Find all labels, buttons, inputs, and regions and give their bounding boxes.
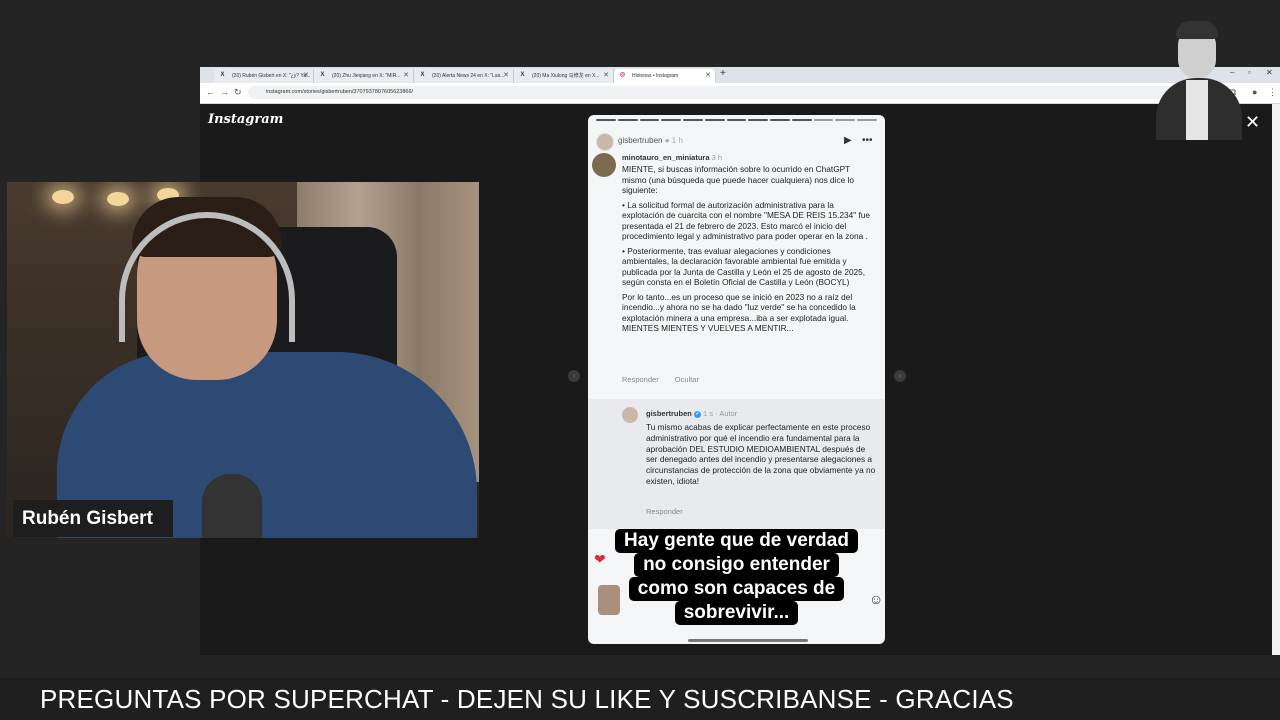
tab-4[interactable]: X (20) Ma Xiulong 马修龙 en X... ✕ <box>514 69 614 83</box>
verified-badge-icon: ✓ <box>693 410 701 418</box>
scrollbar[interactable] <box>1272 104 1280 655</box>
more-options-icon[interactable]: ••• <box>862 135 873 146</box>
reply-comment: gisbertruben ✓ 1 s · Autor Tu mismo acab… <box>588 399 885 529</box>
menu-icon[interactable]: ⋮ <box>1268 87 1277 98</box>
close-icon[interactable]: ✕ <box>705 69 711 83</box>
next-story-icon[interactable]: › <box>894 370 906 382</box>
comment-actions: Responder Ocultar <box>622 375 713 384</box>
play-icon[interactable]: ▶ <box>844 135 852 146</box>
ticker-text: PREGUNTAS POR SUPERCHAT - DEJEN SU LIKE … <box>40 684 1014 714</box>
instagram-logo[interactable]: Instagram <box>208 112 283 127</box>
close-story-icon[interactable]: ✕ <box>1245 112 1260 133</box>
x-logo-icon: X <box>420 72 425 78</box>
url-input[interactable]: instagram.com/stories/gisbertruben/37079… <box>248 86 1208 99</box>
x-logo-icon: X <box>220 72 225 78</box>
story-header: gisbertruben ● 1 h ▶ ••• <box>596 133 877 151</box>
instagram-icon: ◎ <box>619 72 626 78</box>
tab-bar: X (20) Rubén Gisbert en X: "¿y? Ya... ✕ … <box>200 67 1280 83</box>
tab-1[interactable]: X (20) Rubén Gisbert en X: "¿y? Ya... ✕ <box>214 69 314 83</box>
new-tab-button[interactable]: + <box>720 68 726 79</box>
tab-label: (20) Zhu Jieqiang en X: "MIR... <box>332 73 401 79</box>
tab-label: (20) Ma Xiulong 马修龙 en X... <box>532 73 600 79</box>
comment-username[interactable]: minotauro_en_miniatura 3 h <box>622 153 722 162</box>
back-icon[interactable]: ← <box>206 87 215 97</box>
reply-text: Tu mismo acabas de explicar perfectament… <box>646 422 876 486</box>
home-indicator <box>688 639 808 642</box>
close-icon[interactable]: ✕ <box>303 69 309 83</box>
close-icon[interactable]: ✕ <box>403 69 409 83</box>
close-window-icon[interactable]: ✕ <box>1266 68 1273 77</box>
heart-icon: ❤ <box>594 551 606 567</box>
x-logo-icon: X <box>520 72 525 78</box>
avatar[interactable] <box>622 407 638 423</box>
reply-button[interactable]: Responder <box>622 375 659 384</box>
close-icon[interactable]: ✕ <box>503 69 509 83</box>
profile-icon[interactable]: ● <box>1252 87 1257 97</box>
reload-icon[interactable]: ↻ <box>234 87 242 98</box>
tab-label: (20) Alerta News 24 en X: "Las... <box>432 73 505 79</box>
avatar[interactable] <box>592 153 616 177</box>
x-logo-icon: X <box>320 72 325 78</box>
sticker-icon[interactable]: ☺ <box>869 591 883 607</box>
viewer-avatar[interactable] <box>598 585 620 615</box>
address-bar: ← → ↻ instagram.com/stories/gisbertruben… <box>200 83 1280 104</box>
story-card: gisbertruben ● 1 h ▶ ••• minotauro_en_mi… <box>588 115 885 644</box>
story-username[interactable]: gisbertruben ● 1 h <box>618 136 683 145</box>
hide-button[interactable]: Ocultar <box>675 375 699 384</box>
name-badge: Rubén Gisbert <box>13 500 173 537</box>
reply-username[interactable]: gisbertruben ✓ 1 s · Autor <box>646 409 737 418</box>
comment-text: MIENTE, si buscas información sobre lo o… <box>622 164 871 333</box>
tab-3[interactable]: X (20) Alerta News 24 en X: "Las... ✕ <box>414 69 514 83</box>
channel-avatar <box>1148 18 1243 140</box>
tab-2[interactable]: X (20) Zhu Jieqiang en X: "MIR... ✕ <box>314 69 414 83</box>
tab-instagram[interactable]: ◎ Historias • Instagram ✕ <box>614 69 716 83</box>
reply-button[interactable]: Responder <box>646 507 683 516</box>
tab-label: (20) Rubén Gisbert en X: "¿y? Ya... <box>232 73 311 79</box>
maximize-icon[interactable]: ▫ <box>1248 68 1251 77</box>
webcam-feed <box>7 182 479 538</box>
forward-icon[interactable]: → <box>220 87 229 97</box>
story-caption: Hay gente que de verdad no consigo enten… <box>588 529 885 625</box>
story-progress <box>596 119 877 121</box>
avatar[interactable] <box>596 133 614 151</box>
prev-story-icon[interactable]: ‹ <box>568 370 580 382</box>
ticker-bar: PREGUNTAS POR SUPERCHAT - DEJEN SU LIKE … <box>0 678 1280 720</box>
tab-label: Historias • Instagram <box>632 73 679 79</box>
close-icon[interactable]: ✕ <box>603 69 609 83</box>
